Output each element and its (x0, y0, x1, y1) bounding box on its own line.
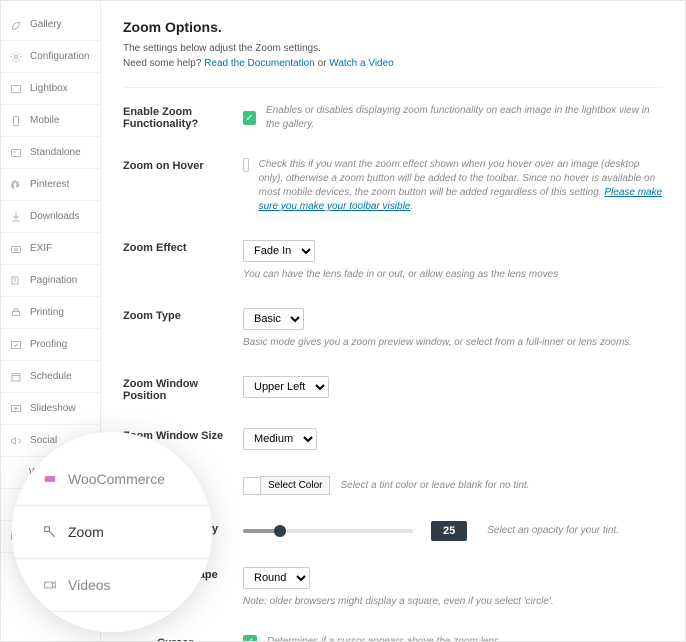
sidebar-item-downloads[interactable]: Downloads (1, 201, 100, 233)
tint-desc: Select a tint color or leave blank for n… (340, 479, 529, 493)
sidebar-label: Standalone (30, 147, 81, 158)
enable-zoom-label: Enable Zoom Functionality? (123, 104, 243, 132)
opacity-slider[interactable] (243, 529, 413, 533)
cursor-label: Cursor (123, 635, 243, 641)
page-title: Zoom Options. (123, 19, 663, 35)
download-icon (9, 210, 22, 223)
bubble-label: Videos (68, 577, 111, 593)
effect-desc: You can have the lens fade in or out, or… (243, 268, 663, 282)
sidebar-item-lightbox[interactable]: Lightbox (1, 73, 100, 105)
sidebar-zoom-callout: WooCommerce Zoom Videos (12, 432, 212, 632)
opacity-value: 25 (431, 521, 467, 541)
sidebar-item-exif[interactable]: EXIF (1, 233, 100, 265)
effect-label: Zoom Effect (123, 240, 243, 282)
sidebar-label: Gallery (30, 19, 62, 30)
sidebar-label: Schedule (30, 371, 72, 382)
bubble-label: WooCommerce (68, 471, 165, 487)
woo-icon (42, 471, 58, 487)
enable-zoom-desc: Enables or disables displaying zoom func… (266, 104, 663, 132)
sidebar-item-standalone[interactable]: Standalone (1, 137, 100, 169)
lens-desc: Note: older browsers might display a squ… (243, 595, 663, 609)
hover-label: Zoom on Hover (123, 158, 243, 214)
mobile-icon (9, 114, 22, 127)
hover-checkbox[interactable] (243, 158, 249, 172)
cursor-desc: Determines if a cursor appears above the… (267, 635, 502, 641)
gear-icon (9, 50, 22, 63)
leaf-icon (9, 18, 22, 31)
sidebar-label: EXIF (30, 243, 52, 254)
video-link[interactable]: Watch a Video (329, 58, 393, 69)
sidebar-label: Configuration (30, 51, 89, 62)
bubble-item-woocommerce[interactable]: WooCommerce (12, 453, 212, 506)
slider-handle[interactable] (274, 525, 286, 537)
cart-icon (9, 466, 21, 479)
pinterest-icon (9, 178, 22, 191)
bubble-label: Zoom (68, 524, 104, 540)
sidebar-item-printing[interactable]: Printing (1, 297, 100, 329)
sidebar-item-pinterest[interactable]: Pinterest (1, 169, 100, 201)
winpos-label: Zoom Window Position (123, 376, 243, 402)
sidebar-item-gallery[interactable]: Gallery (1, 9, 100, 41)
sidebar-label: Lightbox (30, 83, 68, 94)
sidebar-item-schedule[interactable]: Schedule (1, 361, 100, 393)
sidebar-label: Slideshow (30, 403, 76, 414)
sidebar-label: Mobile (30, 115, 59, 126)
pages-icon (9, 274, 22, 287)
docs-link[interactable]: Read the Documentation (204, 58, 315, 69)
type-select[interactable]: Basic (243, 308, 304, 330)
winpos-select[interactable]: Upper Left (243, 376, 329, 398)
sidebar-label: Social (30, 435, 57, 446)
tint-swatch[interactable] (243, 477, 261, 495)
enable-zoom-checkbox[interactable]: ✓ (243, 111, 256, 125)
winsize-select[interactable]: Medium (243, 428, 317, 450)
sidebar-item-mobile[interactable]: Mobile (1, 105, 100, 137)
sidebar-label: Proofing (30, 339, 67, 350)
window-icon (9, 82, 22, 95)
printer-icon (9, 306, 22, 319)
hover-desc: Check this if you want the zoom effect s… (259, 158, 663, 214)
sidebar-item-pagination[interactable]: Pagination (1, 265, 100, 297)
type-desc: Basic mode gives you a zoom preview wind… (243, 336, 663, 350)
zoom-icon (42, 524, 58, 540)
divider (123, 87, 663, 88)
check-icon (9, 338, 22, 351)
cursor-checkbox[interactable]: ✓ (243, 635, 257, 641)
video-icon (42, 577, 58, 593)
select-color-button[interactable]: Select Color (260, 476, 330, 495)
bubble-item-zoom[interactable]: Zoom (12, 506, 212, 559)
sidebar-label: Printing (30, 307, 64, 318)
sidebar-item-proofing[interactable]: Proofing (1, 329, 100, 361)
image-icon (9, 146, 22, 159)
sidebar-item-slideshow[interactable]: Slideshow (1, 393, 100, 425)
sidebar-label: Pagination (30, 275, 77, 286)
opacity-desc: Select an opacity for your tint. (487, 524, 619, 538)
megaphone-icon (9, 434, 22, 447)
sidebar-label: Pinterest (30, 179, 69, 190)
calendar-icon (9, 370, 22, 383)
lens-select[interactable]: Round (243, 567, 310, 589)
play-icon (9, 402, 22, 415)
page-intro: The settings below adjust the Zoom setti… (123, 41, 663, 71)
sidebar-item-configuration[interactable]: Configuration (1, 41, 100, 73)
camera-icon (9, 242, 22, 255)
effect-select[interactable]: Fade In (243, 240, 315, 262)
sidebar-label: Downloads (30, 211, 79, 222)
type-label: Zoom Type (123, 308, 243, 350)
